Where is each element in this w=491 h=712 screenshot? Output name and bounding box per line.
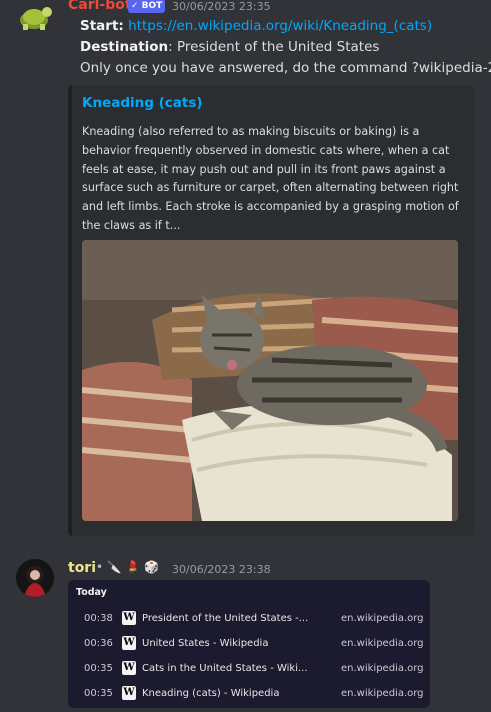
history-row: 00:38 W President of the United States -…	[68, 610, 430, 628]
message-timestamp: 30/06/2023 23:38	[172, 563, 271, 576]
embed-image[interactable]	[82, 240, 458, 521]
history-domain: en.wikipedia.org	[341, 663, 424, 674]
wikipedia-icon: W	[122, 611, 136, 625]
history-row: 00:35 W Cats in the United States - Wiki…	[68, 660, 430, 678]
history-heading: Today	[76, 587, 107, 598]
history-time: 00:35	[84, 663, 113, 674]
history-title: President of the United States -...	[142, 613, 309, 624]
wikipedia-icon: W	[122, 636, 136, 650]
browser-history-image[interactable]: Today 00:38 W President of the United St…	[68, 580, 430, 708]
embed-description: Kneading (also referred to as making bis…	[82, 125, 459, 232]
destination-label: Destination	[80, 39, 169, 55]
start-colon: :	[118, 18, 124, 34]
link-embed: Kneading (cats) Kneading (also referred …	[68, 85, 474, 536]
wikipedia-icon: W	[122, 661, 136, 675]
start-label: Start	[80, 18, 119, 34]
embed-title[interactable]: Kneading (cats)	[82, 95, 203, 111]
start-link[interactable]: https://en.wikipedia.org/wiki/Kneading_(…	[128, 18, 432, 34]
start-line: Start: https://en.wikipedia.org/wiki/Kne…	[80, 16, 432, 36]
instruction-text: Only once you have answered, do the comm…	[80, 60, 491, 76]
history-title: Cats in the United States - Wiki...	[142, 663, 308, 674]
author-name[interactable]: Carl-bot	[68, 0, 132, 13]
carl-bot-avatar[interactable]	[14, 2, 54, 32]
role-icons: • 🔪 💄 🎲	[96, 560, 160, 574]
history-time: 00:36	[84, 638, 113, 649]
history-time: 00:38	[84, 613, 113, 624]
tori-avatar[interactable]	[16, 559, 54, 597]
wikipedia-icon: W	[122, 686, 136, 700]
history-title: United States - Wikipedia	[142, 638, 269, 649]
author-name[interactable]: tori	[68, 560, 96, 576]
destination-line: Destination: President of the United Sta…	[80, 37, 379, 57]
bot-badge: ✓ BOT	[128, 0, 166, 13]
message-timestamp: 30/06/2023 23:35	[172, 0, 271, 13]
history-time: 00:35	[84, 688, 113, 699]
history-domain: en.wikipedia.org	[341, 613, 424, 624]
history-row: 00:36 W United States - Wikipedia en.wik…	[68, 635, 430, 653]
history-title: Kneading (cats) - Wikipedia	[142, 688, 280, 699]
history-row: 00:35 W Kneading (cats) - Wikipedia en.w…	[68, 685, 430, 703]
history-domain: en.wikipedia.org	[341, 688, 424, 699]
history-domain: en.wikipedia.org	[341, 638, 424, 649]
destination-value: : President of the United States	[168, 39, 380, 55]
